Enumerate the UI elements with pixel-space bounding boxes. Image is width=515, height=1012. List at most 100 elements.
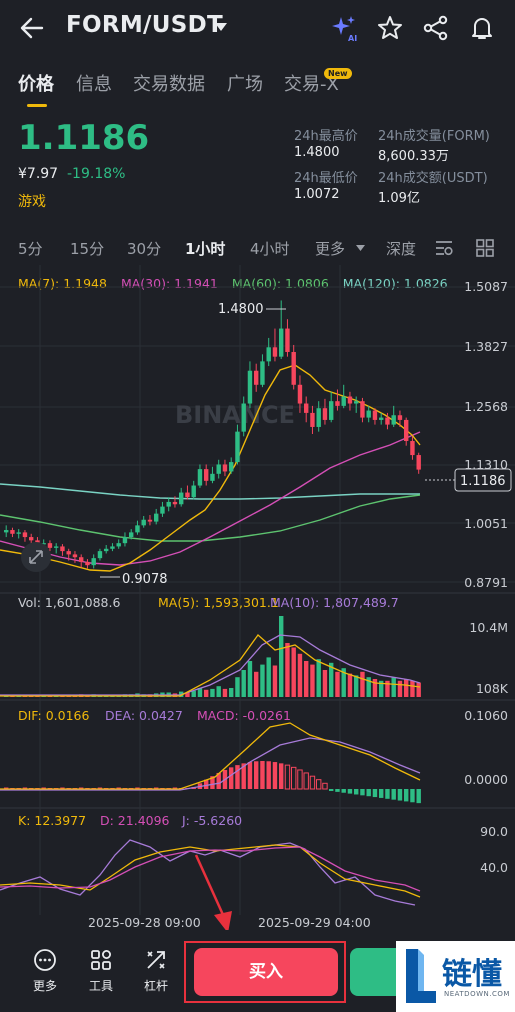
macd-bar (391, 789, 396, 800)
candle-body (122, 537, 128, 544)
candle-body (216, 464, 221, 474)
stat-label-high: 24h最高价 (294, 129, 358, 144)
candle-body (329, 401, 334, 420)
time-axis-label: 2025-09-28 09:00 (88, 915, 201, 930)
interval-more[interactable]: 更多 (315, 238, 345, 259)
time-axis-label: 2025-09-29 04:00 (258, 915, 371, 930)
candle-body (22, 532, 28, 538)
candle-body (172, 501, 178, 505)
buy-button[interactable]: 买入 (194, 948, 338, 996)
candle-body (29, 537, 34, 541)
share-icon[interactable] (422, 14, 450, 42)
volume-bar (297, 653, 303, 697)
candle-body (197, 469, 203, 486)
kline-chart[interactable]: BINANCE 1.5087 1.3827 1.2568 1.1310 1.00… (0, 265, 515, 935)
candle-body (85, 561, 90, 566)
macd-bar (260, 761, 265, 789)
candle-body (72, 554, 78, 558)
annotation-arrow (194, 854, 226, 918)
volume-bar (272, 665, 278, 697)
neatdown-logo: 链懂 NEATDOWN.COM (396, 941, 515, 1012)
volume-bar (210, 688, 215, 697)
volume-bar (322, 670, 328, 697)
macd-bar (247, 762, 253, 789)
volume-bar (410, 680, 415, 697)
logo-english-text: NEATDOWN.COM (444, 990, 510, 998)
interval-4h[interactable]: 4小时 (250, 238, 290, 259)
candle-body (204, 469, 209, 481)
macd-axis-label: 0.1060 (464, 708, 508, 723)
leverage-button[interactable]: 杠杆 (136, 948, 176, 994)
back-icon[interactable] (18, 14, 46, 42)
pair-title[interactable]: FORM/USDT (66, 12, 223, 38)
current-price-label: 1.1186 (460, 474, 506, 489)
leverage-icon (147, 951, 165, 969)
macd-bar (291, 766, 297, 790)
more-label: 更多 (32, 979, 57, 993)
candle-body (110, 546, 115, 549)
ai-sparkle-icon[interactable]: AI (330, 14, 358, 42)
tab-price[interactable]: 价格 (18, 70, 54, 96)
candle-body (335, 401, 340, 406)
macd-dif-legend: DIF: 0.0166 (18, 708, 90, 723)
tools-button[interactable]: 工具 (81, 948, 121, 994)
interval-5m[interactable]: 5分 (18, 238, 43, 259)
kdj-j-legend: J: -5.6260 (181, 813, 242, 828)
macd-bar (341, 789, 346, 793)
interval-bar: 5分 15分 30分 1小时 4小时 更多 深度 (0, 234, 515, 260)
volume-bars (4, 616, 421, 697)
volume-bar (347, 673, 353, 697)
candle-body (260, 361, 265, 385)
price-change: -19.18% (67, 166, 126, 182)
macd-bar (416, 789, 421, 804)
tab-info[interactable]: 信息 (76, 70, 112, 96)
volume-bar (254, 671, 259, 697)
candle-body (372, 410, 378, 420)
ma120-line (0, 483, 420, 500)
candle-body (79, 557, 84, 562)
volume-bar (266, 657, 271, 697)
high-label: 1.4800 (218, 302, 264, 317)
tab-trading-data[interactable]: 交易数据 (133, 70, 205, 96)
price-cny: ¥7.97 (18, 166, 59, 182)
macd-bar (284, 764, 291, 790)
volume-axis-label: 108K (476, 681, 509, 696)
stat-value-low: 1.0072 (294, 187, 340, 202)
tab-square[interactable]: 广场 (227, 70, 263, 96)
volume-bar (191, 690, 196, 697)
candle-body (91, 558, 96, 566)
volume-legend: Vol: 1,601,088.6 (18, 595, 120, 610)
candle-body (210, 473, 215, 481)
interval-15m[interactable]: 15分 (70, 238, 104, 259)
header: FORM/USDT AI (0, 0, 515, 58)
volume-bar (404, 679, 409, 697)
layout-grid-icon[interactable] (475, 238, 495, 258)
macd-bar (229, 767, 234, 789)
depth-tab[interactable]: 深度 (386, 238, 416, 259)
more-dots-icon (34, 949, 56, 971)
candle-body (160, 506, 165, 514)
volume-bar (222, 688, 228, 697)
star-icon[interactable] (376, 14, 404, 42)
interval-30m[interactable]: 30分 (127, 238, 161, 259)
category-tag[interactable]: 游戏 (18, 191, 46, 211)
macd-bar (316, 779, 322, 790)
volume-bar (291, 647, 296, 697)
candlesticks (4, 300, 421, 569)
volume-bar (310, 664, 315, 697)
caret-down-icon[interactable] (214, 22, 228, 32)
expand-icon[interactable] (21, 542, 51, 572)
volume-bar (247, 661, 253, 697)
bell-icon[interactable] (468, 14, 496, 42)
indicator-settings-icon[interactable] (434, 238, 454, 258)
volume-bar (416, 682, 421, 697)
leverage-label: 杠杆 (143, 979, 168, 993)
volume-axis-label: 10.4M (469, 620, 508, 635)
more-button[interactable]: 更多 (25, 948, 65, 994)
macd-bar (354, 789, 359, 795)
candle-body (166, 501, 171, 507)
interval-1h[interactable]: 1小时 (185, 238, 225, 259)
candle-body (116, 543, 121, 547)
candle-body (366, 410, 371, 418)
volume-bar (279, 616, 284, 697)
